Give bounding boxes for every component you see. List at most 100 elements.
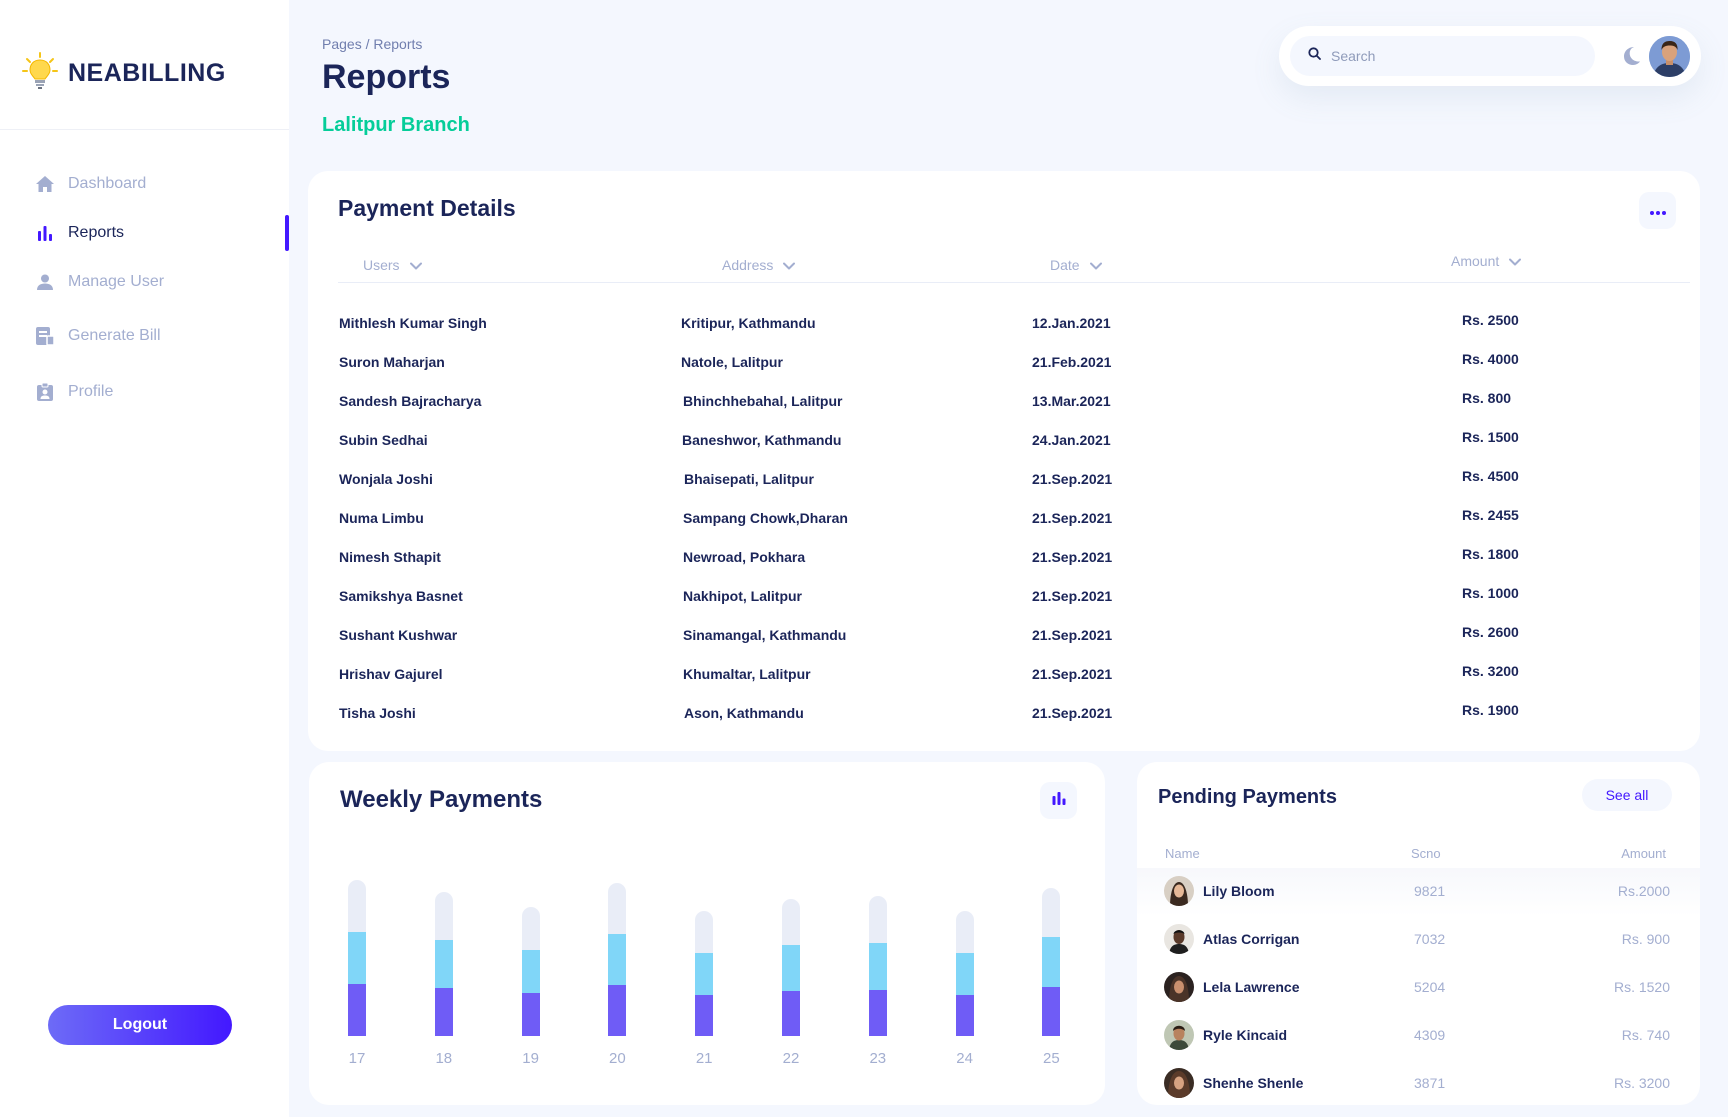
- cell-amount: Rs. 4000: [1462, 351, 1519, 367]
- cell-date: 21.Sep.2021: [1032, 588, 1113, 604]
- chart-bar-segment: [1042, 888, 1061, 937]
- cell-amount: Rs. 2500: [1462, 312, 1519, 328]
- cell-amount: Rs. 4500: [1462, 468, 1519, 484]
- column-header-date[interactable]: Date: [1050, 257, 1102, 273]
- cell-amount: Rs. 3200: [1462, 663, 1519, 679]
- moon-icon[interactable]: [1620, 45, 1642, 67]
- chart-bar-segment: [868, 896, 887, 943]
- sidebar-nav: Dashboard Reports Manage User Generate B…: [0, 166, 289, 423]
- sidebar: NEABILLING Dashboard Reports Manage User: [0, 0, 289, 1117]
- chart-bar-segment: [868, 943, 887, 990]
- sidebar-item-dashboard[interactable]: Dashboard: [0, 166, 289, 202]
- chart-bar[interactable]: [521, 907, 540, 1036]
- x-tick-label: 25: [1043, 1050, 1060, 1067]
- avatar: [1164, 1068, 1194, 1098]
- pending-scno: 3871: [1414, 1075, 1446, 1091]
- cell-amount: Rs. 2600: [1462, 624, 1519, 640]
- cell-user: Mithlesh Kumar Singh: [339, 315, 487, 331]
- chart-bar-segment: [782, 945, 800, 991]
- branch-name: Lalitpur Branch: [322, 114, 470, 136]
- x-tick-label: 18: [435, 1050, 453, 1067]
- bar-chart-icon: [34, 222, 56, 244]
- avatar[interactable]: [1649, 36, 1690, 77]
- payment-details-title: Payment Details: [338, 195, 516, 221]
- weekly-payments-title: Weekly Payments: [340, 786, 543, 813]
- column-header-address[interactable]: Address: [722, 257, 796, 273]
- page-title: Reports: [322, 58, 451, 96]
- x-tick-label: 21: [695, 1050, 713, 1067]
- pending-name: Shenhe Shenle: [1203, 1075, 1304, 1091]
- column-header-scno: Scno: [1411, 846, 1441, 861]
- pending-name: Lela Lawrence: [1203, 979, 1300, 995]
- cell-amount: Rs. 800: [1462, 390, 1512, 406]
- cell-amount: Rs. 1800: [1462, 546, 1519, 562]
- chevron-down-icon: [783, 257, 796, 273]
- id-badge-icon: [34, 381, 56, 403]
- cell-date: 21.Sep.2021: [1032, 549, 1113, 565]
- see-all-button[interactable]: See all: [1582, 779, 1672, 811]
- sidebar-item-manage-user[interactable]: Manage User: [0, 264, 289, 300]
- x-tick-label: 17: [348, 1050, 366, 1067]
- chart-bar-segment: [782, 991, 800, 1036]
- chart-bar[interactable]: [868, 896, 887, 1036]
- chart-bar-segment: [1042, 987, 1061, 1036]
- cell-address: Khumaltar, Lalitpur: [683, 666, 811, 682]
- cell-address: Bhinchhebahal, Lalitpur: [683, 393, 843, 409]
- chart-bar[interactable]: [695, 911, 714, 1036]
- column-header-amount[interactable]: Amount: [1451, 253, 1522, 269]
- cell-address: Sinamangal, Kathmandu: [683, 627, 847, 643]
- cell-date: 21.Sep.2021: [1032, 705, 1113, 721]
- cell-user: Suron Maharjan: [339, 354, 445, 370]
- chart-bar-segment: [348, 880, 366, 932]
- pending-amount: Rs. 740: [1621, 1027, 1670, 1043]
- sidebar-item-generate-bill[interactable]: Generate Bill: [0, 318, 289, 354]
- list-item[interactable]: Lela Lawrence 5204 Rs. 1520: [1137, 964, 1700, 1012]
- cell-date: 21.Sep.2021: [1032, 510, 1113, 526]
- cell-address: Ason, Kathmandu: [684, 705, 804, 721]
- chart-bar-segment: [695, 995, 714, 1036]
- chart-bar-segment: [868, 990, 887, 1036]
- pending-amount: Rs. 1520: [1613, 979, 1670, 995]
- bar-chart-icon: [1052, 791, 1066, 810]
- chart-bar-segment: [348, 932, 366, 984]
- chart-bar[interactable]: [434, 892, 453, 1036]
- sidebar-item-profile[interactable]: Profile: [0, 374, 289, 410]
- sidebar-item-reports[interactable]: Reports: [0, 215, 289, 251]
- list-item[interactable]: Atlas Corrigan 7032 Rs. 900: [1137, 916, 1700, 964]
- chart-toggle-button[interactable]: [1040, 782, 1077, 819]
- more-options-button[interactable]: [1639, 192, 1676, 229]
- active-indicator: [285, 215, 289, 251]
- chart-bar[interactable]: [955, 911, 974, 1036]
- list-item[interactable]: Shenhe Shenle 3871 Rs. 3200: [1137, 1060, 1700, 1105]
- cell-user: Wonjala Joshi: [339, 471, 433, 487]
- column-header-label: Date: [1050, 257, 1080, 273]
- chart-bar-segment: [434, 892, 453, 940]
- user-icon: [34, 271, 56, 293]
- cell-date: 24.Jan.2021: [1032, 432, 1111, 448]
- cell-user: Sandesh Bajracharya: [339, 393, 482, 409]
- payment-details-card: Payment Details Users Address Date Amoun…: [308, 171, 1700, 751]
- column-header-users[interactable]: Users: [363, 257, 422, 273]
- search-box[interactable]: [1290, 36, 1595, 76]
- chart-bar[interactable]: [782, 899, 800, 1036]
- list-item[interactable]: Lily Bloom 9821 Rs.2000: [1137, 868, 1700, 916]
- pending-payments-title: Pending Payments: [1158, 786, 1337, 808]
- chevron-down-icon: [1509, 253, 1522, 269]
- search-input[interactable]: [1331, 48, 1571, 64]
- brand-name: NEABILLING: [68, 59, 226, 87]
- chart-bar[interactable]: [608, 883, 627, 1036]
- chart-bar[interactable]: [348, 880, 366, 1036]
- chart-bar[interactable]: [1042, 888, 1061, 1036]
- cell-amount: Rs. 1900: [1462, 702, 1519, 718]
- x-tick-label: 23: [869, 1050, 887, 1067]
- pending-scno: 9821: [1414, 883, 1446, 899]
- brand[interactable]: NEABILLING: [22, 52, 226, 95]
- chart-bar-segment: [955, 995, 974, 1036]
- logout-button[interactable]: Logout: [48, 1005, 232, 1045]
- cell-amount: Rs. 2455: [1462, 507, 1519, 523]
- cell-address: Sampang Chowk,Dharan: [683, 510, 848, 526]
- x-tick-label: 20: [609, 1050, 626, 1067]
- pending-scno: 7032: [1414, 931, 1446, 947]
- list-item[interactable]: Ryle Kincaid 4309 Rs. 740: [1137, 1012, 1700, 1060]
- pending-name: Ryle Kincaid: [1203, 1027, 1288, 1043]
